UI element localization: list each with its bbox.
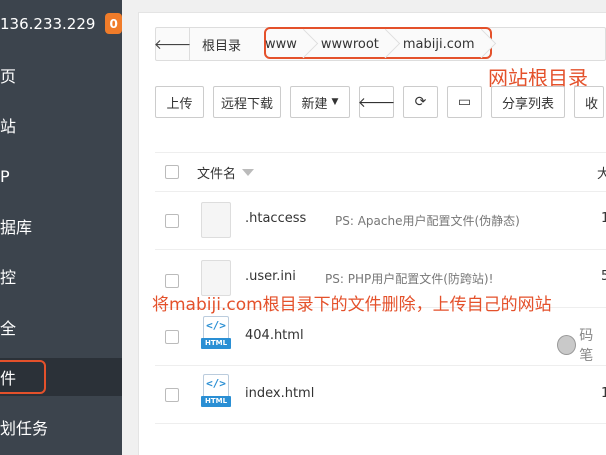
file-note: PS: PHP用户配置文件(防跨站)! xyxy=(325,272,494,286)
watermark: 码笔 xyxy=(557,325,606,365)
file-size: 1 xyxy=(601,211,606,226)
sidebar-item-cron[interactable]: 划任务 xyxy=(0,408,122,446)
select-all-checkbox[interactable] xyxy=(165,165,179,179)
terminal-button[interactable]: ▭ xyxy=(447,86,482,118)
file-note: PS: Apache用户配置文件(伪静态) xyxy=(335,214,520,228)
file-name[interactable]: .user.ini xyxy=(245,269,296,284)
sort-icon xyxy=(242,168,255,176)
file-table-header: 文件名 大 xyxy=(155,152,606,192)
table-row[interactable]: </> HTML 404.html xyxy=(155,308,606,366)
sidebar: 136.233.229 0 页 站 P 据库 控 全 件 划任务 xyxy=(0,0,122,455)
sidebar-item-ftp[interactable]: P xyxy=(0,157,122,195)
row-checkbox[interactable] xyxy=(165,214,179,228)
breadcrumb-root[interactable]: 根目录 xyxy=(190,28,253,60)
share-list-button[interactable]: 分享列表 xyxy=(491,86,565,118)
table-row[interactable]: </> HTML index.html 1 xyxy=(155,366,606,424)
html-file-icon: </> HTML xyxy=(201,374,231,410)
notification-badge[interactable]: 0 xyxy=(105,13,122,34)
file-name[interactable]: 404.html xyxy=(245,328,304,343)
row-checkbox[interactable] xyxy=(165,330,179,344)
favorites-button[interactable]: 收 xyxy=(574,86,604,118)
remote-download-button[interactable]: 远程下载 xyxy=(213,86,281,118)
monkey-logo-icon xyxy=(557,335,577,355)
row-checkbox[interactable] xyxy=(165,388,179,402)
arrow-left-icon: 🡐 xyxy=(153,36,192,53)
sidebar-item-website[interactable]: 站 xyxy=(0,106,122,144)
arrow-left-icon: 🡐 xyxy=(357,94,396,111)
file-icon xyxy=(201,202,231,238)
sidebar-header: 136.233.229 0 xyxy=(0,0,122,47)
sidebar-item-label: P xyxy=(0,166,10,186)
back-button[interactable]: 🡐 xyxy=(357,86,396,118)
column-filename[interactable]: 文件名 xyxy=(197,163,255,182)
file-size: 1 xyxy=(601,386,606,401)
sidebar-item-home[interactable]: 页 xyxy=(0,56,122,94)
sidebar-item-security[interactable]: 全 xyxy=(0,308,122,346)
sidebar-item-label: 控 xyxy=(0,268,17,287)
sidebar-item-label: 划任务 xyxy=(0,419,49,438)
new-dropdown-button[interactable]: 新建 ▼ xyxy=(290,86,350,118)
caret-down-icon: ▼ xyxy=(331,97,339,107)
refresh-icon: ⟳ xyxy=(414,94,427,110)
delete-hint-annotation: 将mabiji.com根目录下的文件删除，上传自己的网站 xyxy=(152,295,552,315)
upload-button[interactable]: 上传 xyxy=(155,86,204,118)
sidebar-item-label: 全 xyxy=(0,319,17,338)
terminal-icon: ▭ xyxy=(457,94,472,110)
files-highlight-box xyxy=(0,360,46,394)
server-ip: 136.233.229 xyxy=(0,14,96,33)
sidebar-item-monitor[interactable]: 控 xyxy=(0,257,122,295)
column-size[interactable]: 大 xyxy=(597,163,606,182)
file-name[interactable]: .htaccess xyxy=(245,211,306,226)
table-row[interactable]: .htaccess PS: Apache用户配置文件(伪静态) 1 xyxy=(155,192,606,250)
sidebar-item-label: 据库 xyxy=(0,218,33,237)
sidebar-item-database[interactable]: 据库 xyxy=(0,207,122,245)
toolbar: 上传 远程下载 新建 ▼ 🡐 ⟳ ▭ 分享列表 收 xyxy=(155,86,604,120)
row-checkbox[interactable] xyxy=(165,274,179,288)
file-name[interactable]: index.html xyxy=(245,386,314,401)
refresh-button[interactable]: ⟳ xyxy=(403,86,438,118)
file-size: 5 xyxy=(601,269,606,284)
sidebar-item-label: 页 xyxy=(0,67,17,86)
sidebar-item-label: 站 xyxy=(0,117,17,136)
path-back-button[interactable]: 🡐 xyxy=(153,28,192,60)
html-file-icon: </> HTML xyxy=(201,316,231,352)
